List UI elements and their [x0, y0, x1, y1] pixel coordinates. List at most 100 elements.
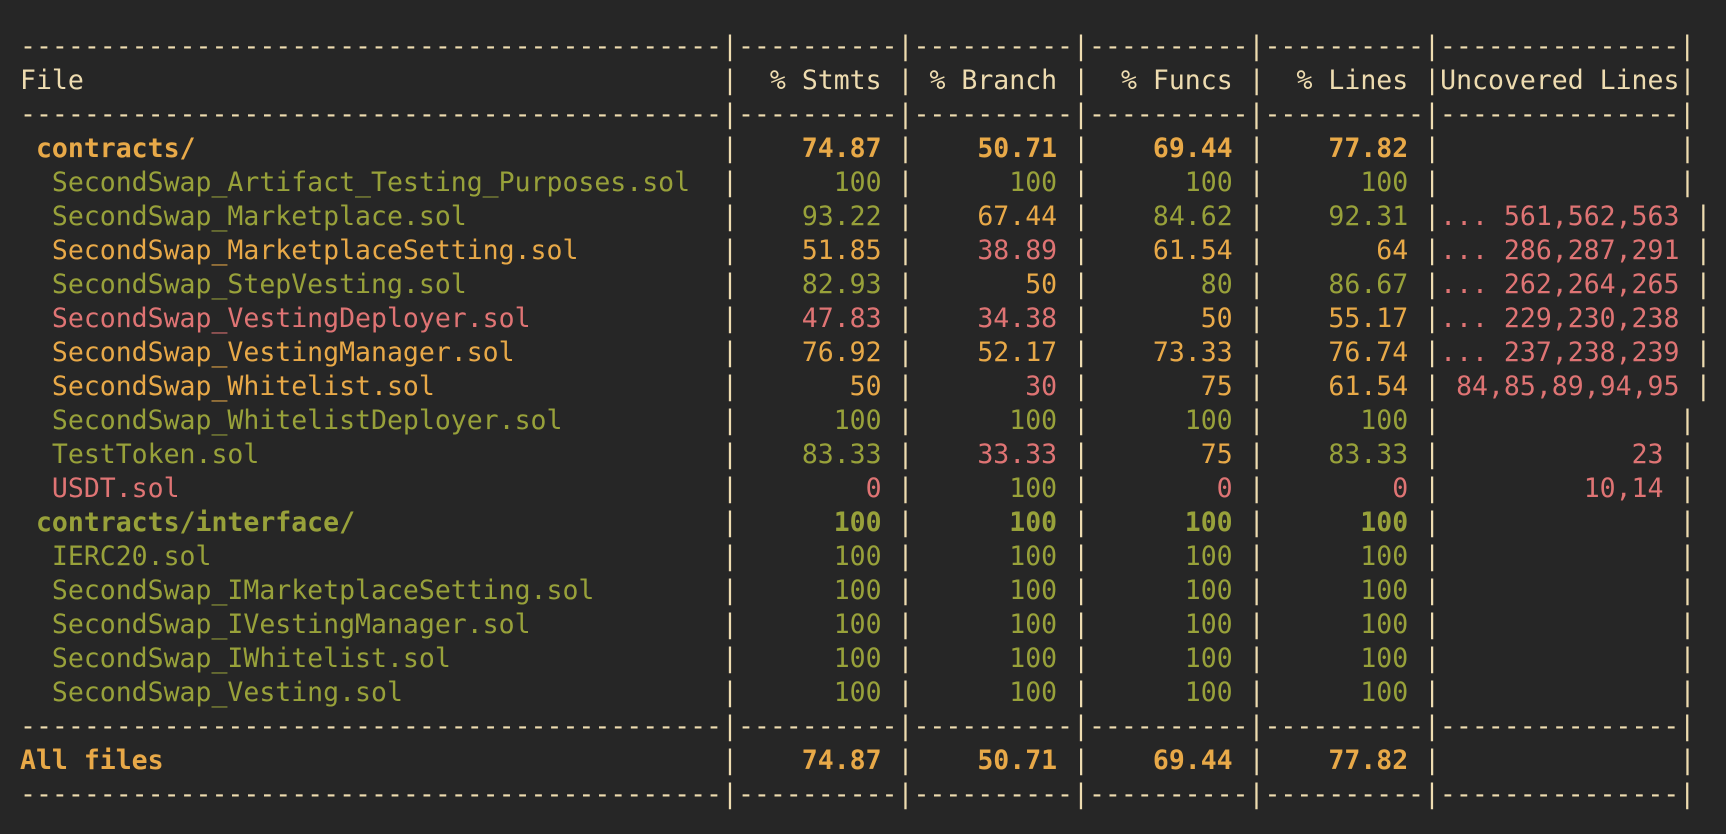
- branch-value: 38.89: [977, 235, 1058, 266]
- stmts-value: 50: [849, 371, 882, 402]
- column-divider: |: [1232, 133, 1265, 164]
- branch-value: 50.71: [977, 745, 1058, 776]
- pad: [914, 133, 978, 164]
- lines-value: 76.74: [1328, 337, 1409, 368]
- file-name: SecondSwap_WhitelistDeployer.sol: [20, 405, 563, 436]
- pad: [355, 507, 722, 538]
- file-name: SecondSwap_MarketplaceSetting.sol: [20, 235, 579, 266]
- lines-value: 83.33: [1328, 439, 1409, 470]
- stmts-value: 100: [833, 609, 882, 640]
- column-divider: |: [722, 745, 738, 776]
- pad: [1663, 677, 1679, 708]
- pad: [259, 439, 722, 470]
- pad: [1265, 745, 1329, 776]
- file-name: SecondSwap_IWhitelist.sol: [20, 643, 451, 674]
- funcs-value: 100: [1184, 405, 1233, 436]
- pad: [1089, 405, 1185, 436]
- header-branch: % Branch: [929, 65, 1058, 96]
- column-divider: |: [722, 677, 738, 708]
- pad: [531, 609, 722, 640]
- table-row: SecondSwap_StepVesting.sol | 82.93 | 50 …: [20, 268, 1711, 302]
- pad: [738, 201, 802, 232]
- column-divider: |: [1679, 609, 1696, 640]
- pad: [467, 201, 722, 232]
- pad: [1663, 575, 1679, 606]
- pad: [1265, 133, 1329, 164]
- funcs-value: 61.54: [1152, 235, 1233, 266]
- pad: [515, 337, 722, 368]
- uncovered-lines: 10,14: [1583, 473, 1664, 504]
- pad: [1265, 507, 1361, 538]
- column-divider: |: [1408, 677, 1441, 708]
- column-divider: |: [722, 133, 738, 164]
- pad: [1663, 745, 1679, 776]
- column-divider: |: [1057, 371, 1090, 402]
- column-divider: |: [1679, 167, 1696, 198]
- pad: [562, 405, 722, 436]
- pad: [1089, 303, 1201, 334]
- table-row: SecondSwap_VestingDeployer.sol | 47.83 |…: [20, 302, 1711, 336]
- column-divider: |: [1057, 609, 1090, 640]
- file-name: SecondSwap_StepVesting.sol: [20, 269, 467, 300]
- stmts-value: 100: [833, 643, 882, 674]
- pad: [1265, 609, 1361, 640]
- column-divider: |: [1408, 745, 1441, 776]
- column-divider: |: [1408, 405, 1441, 436]
- column-divider: |: [1695, 371, 1712, 402]
- column-divider: |: [1408, 303, 1441, 334]
- pad: [914, 575, 1010, 606]
- pad: [914, 65, 930, 96]
- pad: [738, 167, 834, 198]
- column-divider: |: [1232, 609, 1265, 640]
- table-row: SecondSwap_Marketplace.sol | 93.22 | 67.…: [20, 200, 1711, 234]
- column-divider: |: [881, 133, 914, 164]
- separator-dashes: ----------------------------------------…: [20, 711, 1696, 742]
- pad: [1265, 575, 1361, 606]
- stmts-value: 74.87: [801, 745, 882, 776]
- funcs-value: 100: [1184, 507, 1233, 538]
- column-divider: |: [1057, 745, 1090, 776]
- funcs-value: 69.44: [1152, 133, 1233, 164]
- column-divider: |: [1232, 269, 1265, 300]
- branch-value: 33.33: [977, 439, 1058, 470]
- uncovered-lines: 23: [1631, 439, 1664, 470]
- column-divider: |: [1232, 337, 1265, 368]
- file-name: SecondSwap_Whitelist.sol: [20, 371, 435, 402]
- file-name: contracts/interface/: [20, 507, 356, 538]
- file-name: SecondSwap_Vesting.sol: [20, 677, 403, 708]
- branch-value: 100: [1009, 473, 1058, 504]
- lines-value: 64: [1376, 235, 1409, 266]
- stmts-value: 0: [865, 473, 882, 504]
- pad: [914, 303, 978, 334]
- column-divider: |: [1057, 65, 1090, 96]
- column-divider: |: [722, 609, 738, 640]
- stmts-value: 93.22: [801, 201, 882, 232]
- pad: [914, 337, 978, 368]
- funcs-value: 69.44: [1152, 745, 1233, 776]
- funcs-value: 50: [1200, 303, 1233, 334]
- pad: [914, 405, 1010, 436]
- pad: [1265, 303, 1329, 334]
- pad: [914, 269, 1026, 300]
- pad: [1663, 133, 1679, 164]
- pad: [738, 405, 834, 436]
- pad: [1679, 371, 1695, 402]
- column-divider: |: [1679, 677, 1696, 708]
- uncovered-lines: ... 561,562,563: [1440, 201, 1680, 232]
- column-divider: |: [1408, 439, 1441, 470]
- uncovered-lines: ... 262,264,265: [1440, 269, 1680, 300]
- table-row: SecondSwap_Whitelist.sol | 50 | 30 | 75 …: [20, 370, 1711, 404]
- pad: [1440, 439, 1631, 470]
- lines-value: 61.54: [1328, 371, 1409, 402]
- file-name: All files: [20, 745, 164, 776]
- column-divider: |: [1408, 65, 1441, 96]
- funcs-value: 75: [1200, 439, 1233, 470]
- pad: [914, 167, 1010, 198]
- uncovered-lines: ... 237,238,239: [1440, 337, 1680, 368]
- column-divider: |: [1679, 133, 1696, 164]
- file-name: SecondSwap_Artifact_Testing_Purposes.sol: [20, 167, 691, 198]
- column-divider: |: [1232, 235, 1265, 266]
- pad: [914, 201, 978, 232]
- column-divider: |: [1695, 337, 1712, 368]
- lines-value: 100: [1360, 575, 1409, 606]
